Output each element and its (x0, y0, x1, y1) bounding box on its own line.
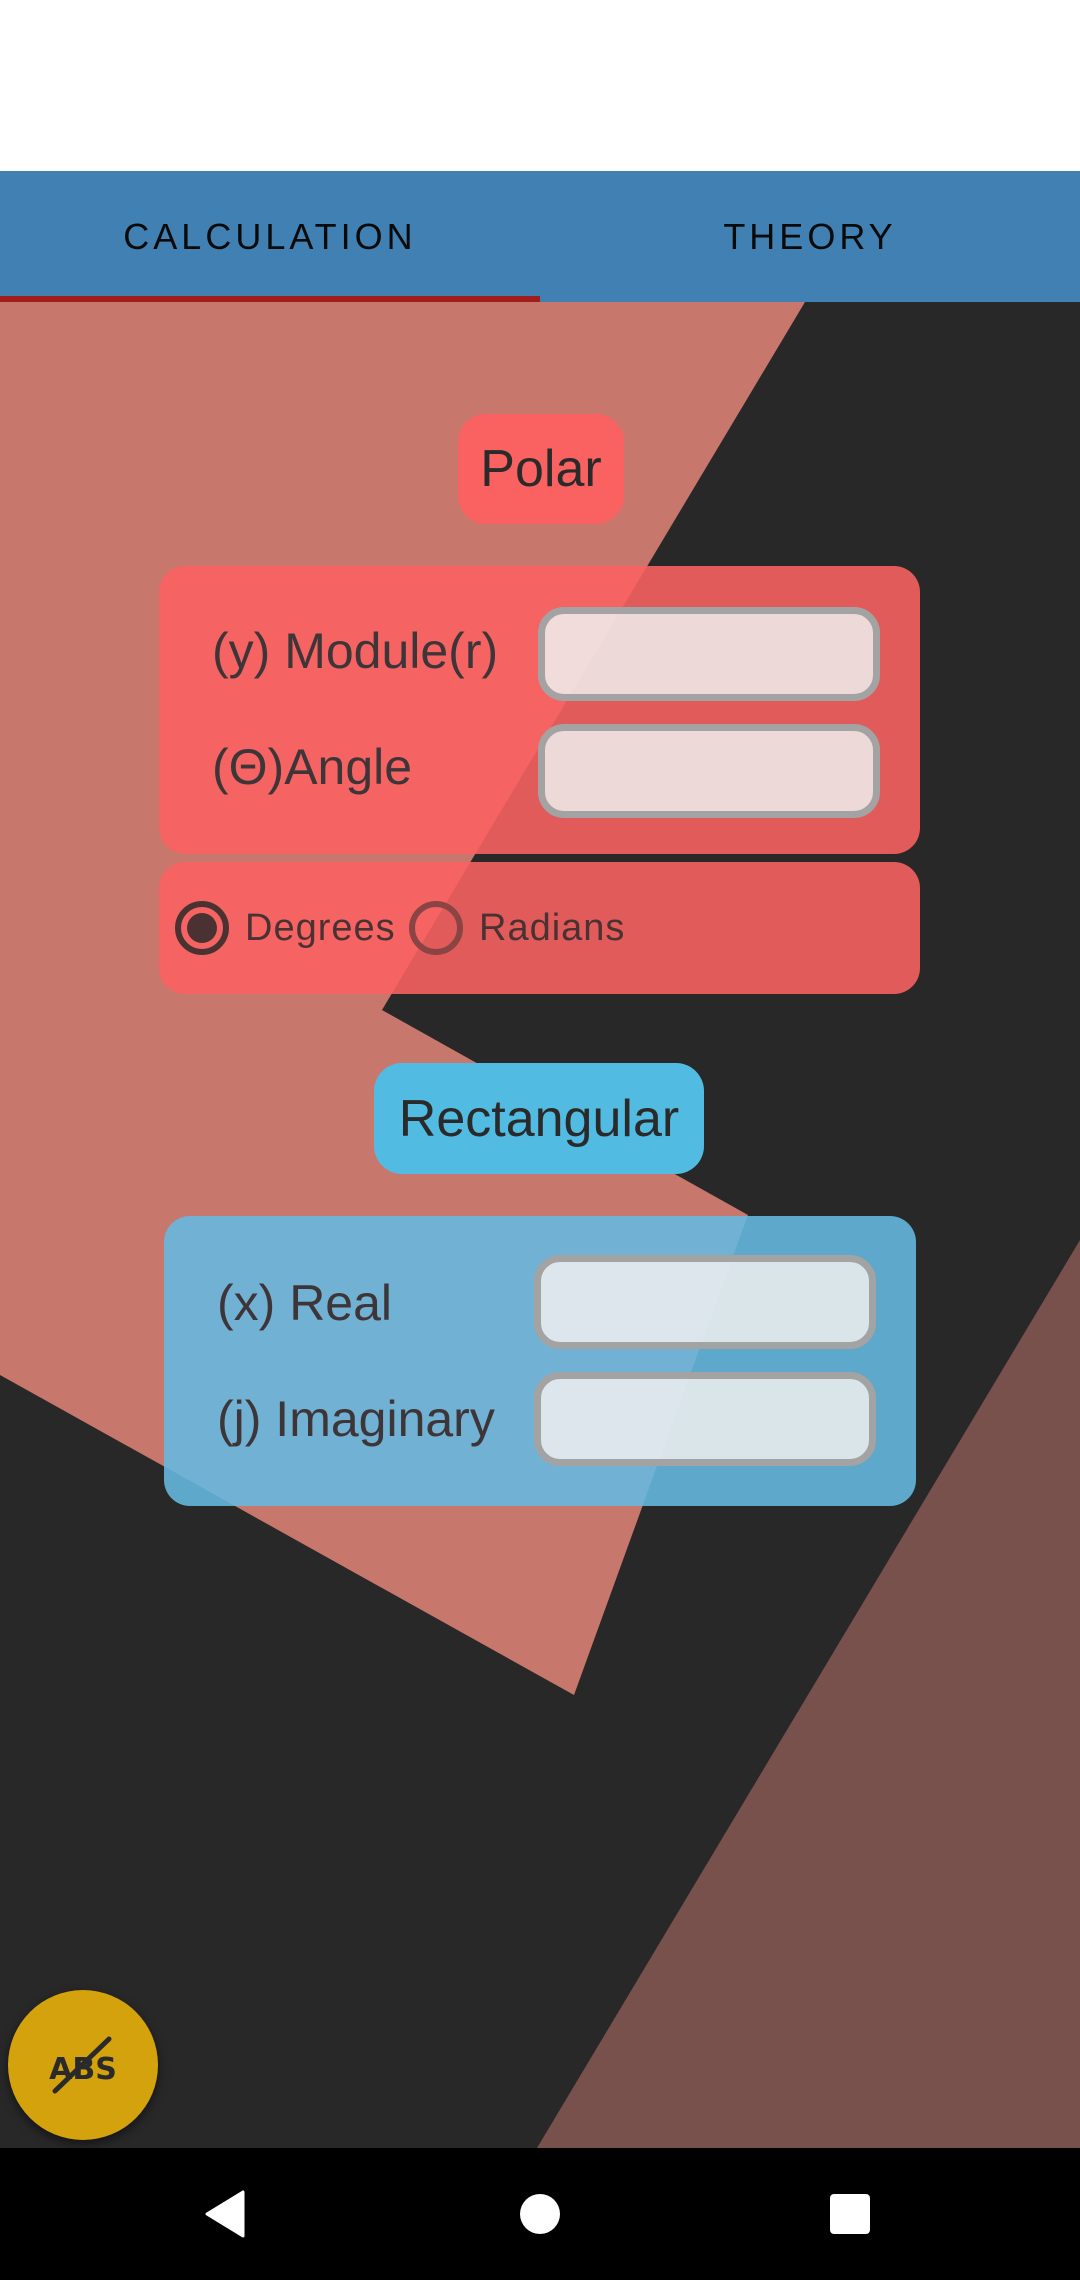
polar-panel: (y) Module(r) (Θ)Angle (159, 566, 920, 854)
angle-unit-group: Degrees Radians (159, 862, 920, 994)
module-label: (y) Module(r) (212, 623, 499, 679)
radians-label: Radians (479, 906, 626, 949)
angle-input[interactable] (538, 724, 880, 818)
imaginary-input[interactable] (534, 1372, 876, 1466)
nav-home-button[interactable] (510, 2184, 570, 2244)
back-icon (205, 2190, 245, 2238)
angle-label: (Θ)Angle (212, 739, 413, 795)
radio-checked-icon (175, 901, 229, 955)
status-bar (0, 0, 1080, 171)
tab-theory[interactable]: THEORY (540, 171, 1080, 302)
nav-back-button[interactable] (195, 2184, 255, 2244)
module-input[interactable] (538, 607, 880, 701)
nav-recents-button[interactable] (820, 2184, 880, 2244)
degrees-label: Degrees (245, 906, 396, 949)
polar-title: Polar (458, 414, 624, 524)
abs-off-icon: ABS (49, 2036, 117, 2094)
rectangular-panel: (x) Real (j) Imaginary (164, 1216, 916, 1506)
tab-bar: CALCULATION THEORY (0, 171, 1080, 302)
svg-text:ABS: ABS (49, 2052, 117, 2087)
tab-calculation[interactable]: CALCULATION (0, 171, 540, 302)
radio-degrees[interactable]: Degrees (175, 892, 396, 964)
real-label: (x) Real (217, 1275, 393, 1331)
imaginary-label: (j) Imaginary (217, 1391, 495, 1447)
radio-radians[interactable]: Radians (409, 892, 625, 964)
rectangular-title: Rectangular (374, 1063, 704, 1174)
home-icon (520, 2194, 560, 2234)
system-nav-bar (0, 2148, 1080, 2280)
calculation-content: Polar (y) Module(r) (Θ)Angle Degrees Rad… (0, 302, 1080, 2148)
real-input[interactable] (534, 1255, 876, 1349)
abs-toggle-button[interactable]: ABS (8, 1990, 158, 2140)
recents-icon (830, 2194, 870, 2234)
radio-unchecked-icon (409, 901, 463, 955)
